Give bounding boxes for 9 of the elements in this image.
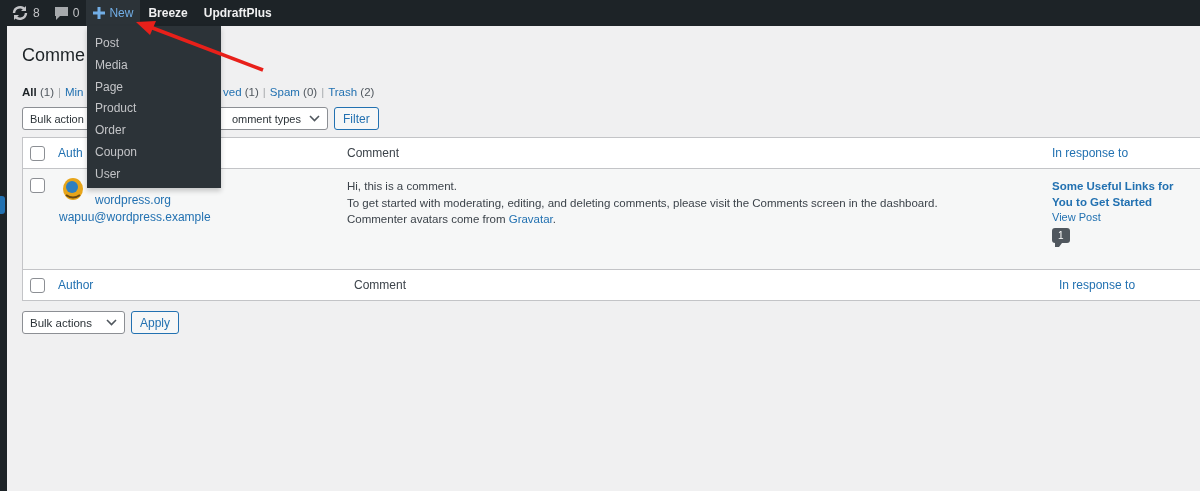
separator: | <box>321 86 325 100</box>
separator: | <box>57 86 61 100</box>
column-header: Comment <box>354 278 406 292</box>
column-header: Comment <box>347 146 399 160</box>
separator: | <box>262 86 266 100</box>
page-title: Comme <box>22 45 85 67</box>
comment-text: Commenter avatars come from Gravatar. <box>347 212 557 227</box>
comment-text: To get started with moderating, editing, and deleting comments, please visit the Comments screen in the dashboard. <box>347 195 939 211</box>
comment-text: Hi, this is a comment. <box>347 179 458 194</box>
